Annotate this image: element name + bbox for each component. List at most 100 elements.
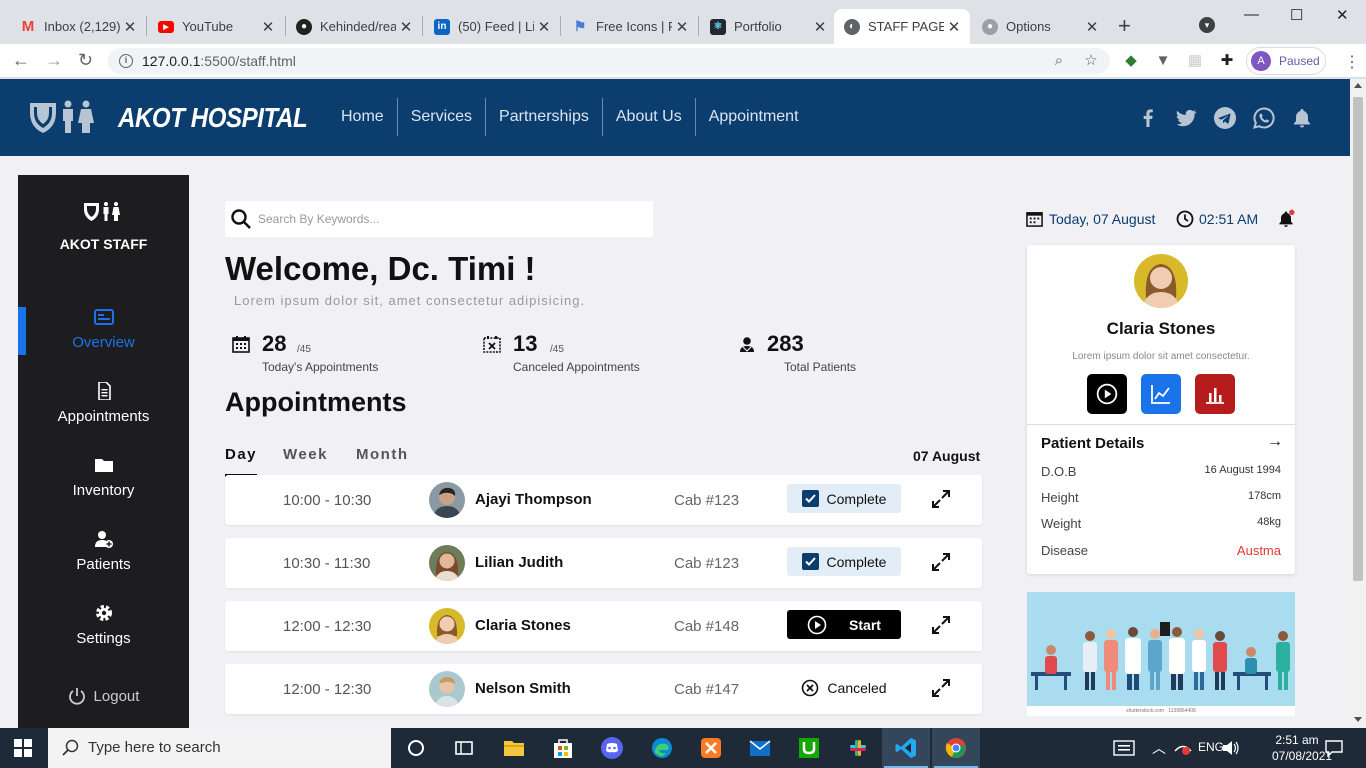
tab-day[interactable]: Day	[225, 446, 257, 463]
zoom-icon[interactable]: ⌕	[1051, 53, 1067, 69]
close-icon[interactable]: ✕	[120, 18, 140, 36]
arrow-right-icon[interactable]: →	[1267, 433, 1283, 451]
table-row[interactable]: 10:30 - 11:30 Lilian Judith Cab #123 Com…	[225, 538, 982, 588]
close-icon[interactable]: ✕	[672, 18, 692, 36]
mail-icon[interactable]	[748, 736, 772, 760]
network-icon[interactable]	[1174, 740, 1192, 756]
expand-icon[interactable]	[931, 552, 951, 572]
tab-portfolio[interactable]: ⚛ Portfolio ✕	[700, 9, 836, 44]
complete-button[interactable]: Complete	[787, 547, 901, 576]
sidebar-item-inventory[interactable]: Inventory	[18, 456, 189, 499]
upwork-icon[interactable]	[797, 736, 821, 760]
chrome-icon[interactable]	[944, 736, 968, 760]
page-scrollbar[interactable]	[1350, 79, 1366, 728]
chevron-up-icon[interactable]: ︿	[1152, 738, 1166, 758]
sidebar-item-patients[interactable]: Patients	[18, 530, 189, 573]
logout-button[interactable]: Logout	[18, 687, 189, 705]
profile-button[interactable]: A Paused	[1246, 47, 1326, 75]
extension-vue-icon[interactable]: ▼	[1155, 53, 1171, 69]
tab-youtube[interactable]: ▶ YouTube ✕	[148, 9, 284, 44]
tab-staff-page[interactable]: ◐ STAFF PAGE ✕	[834, 9, 970, 44]
brand-name[interactable]: AKOT HOSPITAL	[118, 102, 308, 134]
discord-icon[interactable]	[600, 736, 624, 760]
search-field[interactable]: Search By Keywords...	[225, 201, 653, 237]
address-bar[interactable]: i 127.0.0.1:5500/staff.html	[108, 48, 1110, 74]
reload-icon[interactable]: ↻	[78, 50, 93, 71]
line-chart-button[interactable]	[1141, 374, 1181, 414]
more-menu-icon[interactable]: ⋮	[1344, 52, 1360, 72]
tab-month[interactable]: Month	[356, 446, 408, 463]
sidebar-item-settings[interactable]: Settings	[18, 604, 189, 647]
info-icon[interactable]: i	[119, 54, 133, 68]
patient-details-heading: Patient Details	[1041, 435, 1145, 452]
expand-icon[interactable]	[931, 678, 951, 698]
facebook-icon[interactable]	[1136, 106, 1160, 130]
expand-icon[interactable]	[931, 489, 951, 509]
close-icon[interactable]: ✕	[944, 18, 964, 36]
tab-week[interactable]: Week	[283, 446, 328, 463]
complete-button[interactable]: Complete	[787, 484, 901, 513]
nav-about-us[interactable]: About Us	[601, 98, 695, 136]
system-clock[interactable]: 2:51 am 07/08/2021	[1272, 732, 1332, 764]
volume-icon[interactable]	[1222, 740, 1240, 756]
slack-icon[interactable]	[846, 736, 870, 760]
nav-partnerships[interactable]: Partnerships	[485, 98, 602, 136]
bell-icon[interactable]	[1276, 209, 1296, 229]
bookmark-star-icon[interactable]: ☆	[1083, 53, 1099, 69]
scroll-down-icon[interactable]	[1354, 717, 1362, 722]
notification-bell-icon[interactable]	[1290, 106, 1314, 130]
tab-github[interactable]: ● Kehinded/rea ✕	[286, 9, 422, 44]
forward-arrow-icon[interactable]: →	[45, 50, 63, 71]
close-icon[interactable]: ✕	[810, 18, 830, 36]
search-icon	[62, 739, 79, 756]
tab-search-icon[interactable]: ▾	[1199, 17, 1215, 33]
scroll-up-icon[interactable]	[1354, 83, 1362, 88]
windows-start-icon[interactable]	[14, 739, 32, 757]
xampp-icon[interactable]	[699, 736, 723, 760]
table-row[interactable]: 12:00 - 12:30 Nelson Smith Cab #147 Canc…	[225, 664, 982, 714]
sidebar-item-overview[interactable]: Overview	[18, 308, 189, 351]
close-icon[interactable]: ✕	[258, 18, 278, 36]
store-icon[interactable]	[551, 736, 575, 760]
nav-services[interactable]: Services	[396, 98, 485, 136]
play-button[interactable]	[1087, 374, 1127, 414]
edge-icon[interactable]	[650, 736, 674, 760]
close-icon[interactable]: ✕	[396, 18, 416, 36]
table-row[interactable]: 12:00 - 12:30 Claria Stones Cab #148 Sta…	[225, 601, 982, 651]
vscode-icon[interactable]	[894, 736, 918, 760]
bar-chart-button[interactable]	[1195, 374, 1235, 414]
window-close-icon[interactable]: ✕	[1336, 6, 1349, 24]
keyboard-icon[interactable]	[1113, 740, 1135, 756]
close-icon[interactable]: ✕	[534, 18, 554, 36]
extension-globe-icon[interactable]: ◆	[1123, 53, 1139, 69]
nav-home[interactable]: Home	[328, 98, 397, 136]
twitter-icon[interactable]	[1174, 106, 1198, 130]
tab-title: Options	[1006, 19, 1051, 34]
tab-gmail[interactable]: M Inbox (2,129) ✕	[10, 9, 146, 44]
action-center-icon[interactable]	[1325, 739, 1343, 757]
tab-options[interactable]: ● Options ✕	[972, 9, 1108, 44]
whatsapp-icon[interactable]	[1252, 106, 1276, 130]
telegram-icon[interactable]	[1213, 106, 1237, 130]
taskbar-search[interactable]: Type here to search	[48, 728, 391, 768]
maximize-icon[interactable]: ☐	[1290, 6, 1303, 24]
start-button[interactable]: Start	[787, 610, 901, 639]
table-row[interactable]: 10:00 - 10:30 Ajayi Thompson Cab #123 Co…	[225, 475, 982, 525]
nav-appointment[interactable]: Appointment	[694, 98, 812, 136]
tab-free-icons[interactable]: ⚑ Free Icons | Fo ✕	[562, 9, 698, 44]
sidebar-item-appointments[interactable]: Appointments	[18, 382, 189, 425]
minimize-icon[interactable]: —	[1244, 6, 1259, 23]
task-view-icon[interactable]	[452, 736, 476, 760]
file-explorer-icon[interactable]	[502, 736, 526, 760]
extension-grid-icon[interactable]: ▦	[1187, 53, 1203, 69]
back-arrow-icon[interactable]: ←	[12, 50, 30, 71]
new-tab-button[interactable]: +	[1118, 13, 1131, 39]
search-input[interactable]: Search By Keywords...	[258, 212, 379, 226]
tab-linkedin[interactable]: in (50) Feed | Lin ✕	[424, 9, 560, 44]
extensions-puzzle-icon[interactable]: ✚	[1219, 53, 1235, 69]
ime-indicator[interactable]: ENG	[1198, 740, 1224, 754]
expand-icon[interactable]	[931, 615, 951, 635]
close-icon[interactable]: ✕	[1082, 18, 1102, 36]
cortana-icon[interactable]	[404, 736, 428, 760]
scroll-thumb[interactable]	[1353, 97, 1363, 581]
